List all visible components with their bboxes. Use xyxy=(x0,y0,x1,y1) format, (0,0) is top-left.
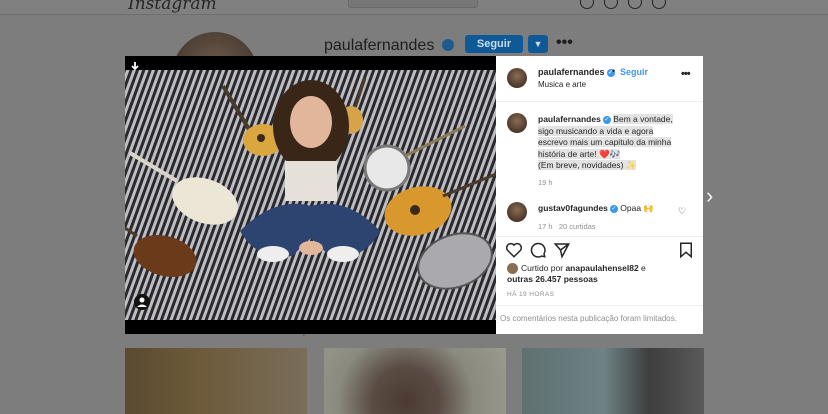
search-input[interactable] xyxy=(348,0,478,8)
post-actions: Curtido por anapaulahensel82 e outras 26… xyxy=(496,236,703,335)
commenter-username[interactable]: gustav0fagundes xyxy=(538,203,608,213)
post-caption: paulafernandes ✓ Bem a vontade, sigo musi… xyxy=(538,114,688,172)
profile-more-button[interactable]: ••• xyxy=(556,34,573,52)
caption-line: escrevo mais um capitulo da minha xyxy=(538,137,672,147)
profile-follow-button[interactable]: Seguir xyxy=(465,35,523,53)
instagram-logo[interactable]: Instagram xyxy=(128,0,217,14)
verified-icon: ✓ xyxy=(602,115,611,124)
grid-thumbnail[interactable] xyxy=(324,348,506,414)
nav-icons xyxy=(580,0,666,9)
post-modal: paulafernandes ✓ • Seguir Musica e arte •… xyxy=(125,56,703,334)
direct-icon[interactable] xyxy=(604,0,618,9)
caption-line: história de arte! ❤️🎶 xyxy=(538,148,621,159)
explore-icon[interactable] xyxy=(628,0,642,9)
comment: gustav0fagundes ✓ Opaa 🙌 xyxy=(538,203,678,214)
follow-button[interactable]: Seguir xyxy=(620,67,648,77)
caption-line: Bem a vontade, xyxy=(613,114,673,124)
verified-icon xyxy=(442,39,454,51)
comment-likes[interactable]: 20 curtidas xyxy=(559,222,596,231)
post-timestamp[interactable]: HÁ 19 HORAS xyxy=(507,291,554,298)
comment-meta: 17 h 20 curtidas xyxy=(538,222,596,231)
author-avatar[interactable] xyxy=(507,68,527,88)
next-post-arrow-icon[interactable]: › xyxy=(706,183,713,209)
caption-avatar[interactable] xyxy=(507,113,527,133)
caption-time: 19 h xyxy=(538,178,553,187)
commenter-avatar[interactable] xyxy=(507,202,527,222)
liked-mid: e xyxy=(641,263,646,273)
bookmark-icon[interactable] xyxy=(677,241,695,259)
caption-username[interactable]: paulafernandes xyxy=(538,114,601,124)
more-options-button[interactable]: ••• xyxy=(681,68,691,80)
post-header: paulafernandes ✓ • Seguir Musica e arte •… xyxy=(496,56,703,102)
share-icon[interactable] xyxy=(553,241,571,259)
profile-username: paulafernandes xyxy=(324,37,435,54)
comments-limited-notice: Os comentários nesta publicação foram li… xyxy=(496,305,703,335)
post-side-panel: paulafernandes ✓ • Seguir Musica e arte •… xyxy=(496,56,703,334)
caption-line: (Em breve, novidades) ✨ xyxy=(538,160,637,170)
liked-prefix: Curtido por xyxy=(521,263,564,273)
verified-icon: ✓ xyxy=(609,204,618,213)
comment-time: 17 h xyxy=(538,222,553,231)
chevron-down-icon[interactable]: ▼ xyxy=(528,35,548,53)
top-navbar: Instagram xyxy=(0,0,828,15)
author-username[interactable]: paulafernandes ✓ xyxy=(538,67,615,77)
comment-like-heart-icon[interactable]: ♡ xyxy=(678,206,686,217)
post-photo[interactable] xyxy=(125,56,496,334)
grid-thumbnail[interactable] xyxy=(125,348,307,414)
liked-others[interactable]: outras 26.457 pessoas xyxy=(507,274,598,284)
comment-icon[interactable] xyxy=(529,241,547,259)
author-name-text[interactable]: paulafernandes xyxy=(538,67,605,77)
separator-dot: • xyxy=(612,66,616,76)
location-subtitle[interactable]: Musica e arte xyxy=(538,80,586,89)
home-icon[interactable] xyxy=(580,0,594,9)
grid-thumbnail[interactable] xyxy=(522,348,704,414)
caption-line: sigo musicando a vida e agora xyxy=(538,125,654,136)
comment-text: Opaa 🙌 xyxy=(620,203,655,213)
like-heart-icon[interactable] xyxy=(505,241,523,259)
liked-user[interactable]: anapaulahensel82 xyxy=(565,263,638,273)
profile-icon[interactable] xyxy=(652,0,666,9)
post-photo-image xyxy=(125,56,496,334)
liked-by: Curtido por anapaulahensel82 e outras 26… xyxy=(507,263,697,285)
liker-avatar xyxy=(507,263,518,275)
